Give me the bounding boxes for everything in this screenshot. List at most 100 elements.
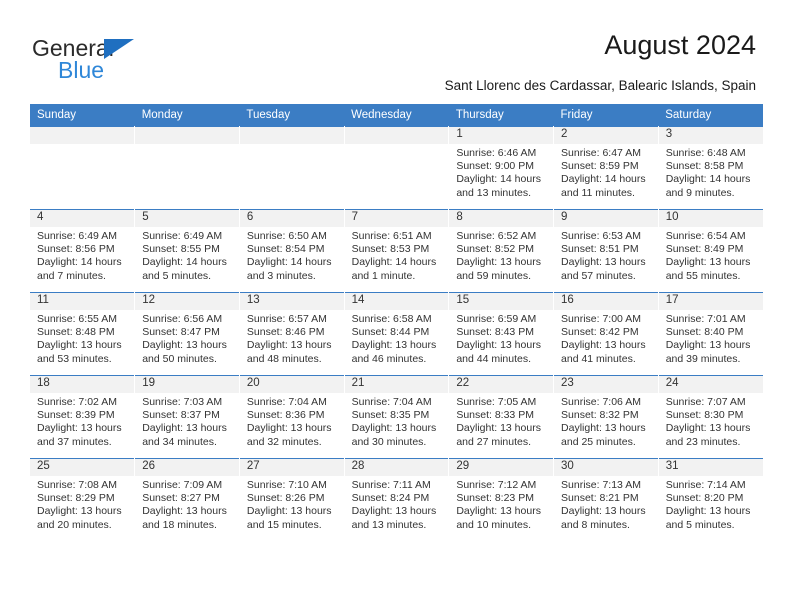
sunrise-text: Sunrise: 7:12 AM <box>456 479 537 491</box>
calendar-day-cell[interactable]: 1 Sunrise: 6:46 AM Sunset: 9:00 PM Daylight… <box>448 126 555 210</box>
calendar-day-cell[interactable]: 2 Sunrise: 6:47 AM Sunset: 8:59 PM Daylight… <box>553 126 659 210</box>
sunrise-text: Sunrise: 7:11 AM <box>351 479 431 491</box>
weekday-header-monday: Monday <box>134 104 240 127</box>
calendar-day-cell[interactable]: 29 Sunrise: 7:12 AM Sunset: 8:23 PM Dayligh… <box>448 458 555 541</box>
calendar-day-cell[interactable]: 27 Sunrise: 7:10 AM Sunset: 8:26 PM Dayligh… <box>239 458 345 541</box>
calendar-day-cell[interactable]: 7 Sunrise: 6:51 AM Sunset: 8:53 PM Daylight… <box>344 209 450 293</box>
day-details: Sunrise: 6:49 AM Sunset: 8:56 PM Daylight:… <box>30 227 134 283</box>
calendar-day-cell[interactable]: 11 Sunrise: 6:55 AM Sunset: 8:48 PM Dayligh… <box>30 292 136 376</box>
day-details: Sunrise: 7:06 AM Sunset: 8:32 PM Daylight:… <box>554 393 658 449</box>
sunset-text: Sunset: 9:00 PM <box>456 160 534 173</box>
day-number: 31 <box>658 459 763 476</box>
day-number: 7 <box>344 210 449 227</box>
sunrise-text: Sunrise: 6:47 AM <box>561 147 641 159</box>
day-details: Sunrise: 6:56 AM Sunset: 8:47 PM Daylight:… <box>135 310 239 366</box>
day-number: 30 <box>554 459 658 476</box>
day-details: Sunrise: 6:57 AM Sunset: 8:46 PM Daylight:… <box>240 310 344 366</box>
logo[interactable]: General Blue <box>32 35 182 85</box>
weekday-header-wednesday: Wednesday <box>344 104 449 127</box>
calendar-day-cell[interactable]: 21 Sunrise: 7:04 AM Sunset: 8:35 PM Dayligh… <box>344 375 450 459</box>
day-details: Sunrise: 6:50 AM Sunset: 8:54 PM Daylight:… <box>240 227 344 283</box>
calendar-day-cell[interactable]: 8 Sunrise: 6:52 AM Sunset: 8:52 PM Daylight… <box>448 209 555 293</box>
day-details: Sunrise: 6:54 AM Sunset: 8:49 PM Daylight:… <box>659 227 763 283</box>
calendar-week-row: 18 Sunrise: 7:02 AM Sunset: 8:39 PM Dayligh… <box>30 375 763 459</box>
calendar-day-cell[interactable]: 28 Sunrise: 7:11 AM Sunset: 8:24 PM Dayligh… <box>344 458 450 541</box>
calendar-week-row: 11 Sunrise: 6:55 AM Sunset: 8:48 PM Dayligh… <box>30 292 763 376</box>
calendar-empty-cell <box>344 126 450 210</box>
calendar-day-cell[interactable]: 25 Sunrise: 7:08 AM Sunset: 8:29 PM Dayligh… <box>30 458 136 541</box>
sunrise-text: Sunrise: 6:56 AM <box>142 313 223 325</box>
daylight-text: Daylight: 13 hours and 8 minutes. <box>561 505 646 531</box>
sunset-text: Sunset: 8:37 PM <box>142 409 220 422</box>
daylight-text: Daylight: 13 hours and 57 minutes. <box>561 256 646 282</box>
sunset-text: Sunset: 8:55 PM <box>142 243 220 256</box>
sunset-text: Sunset: 8:24 PM <box>351 492 430 505</box>
day-number: 13 <box>239 293 344 310</box>
calendar-day-cell[interactable]: 31 Sunrise: 7:14 AM Sunset: 8:20 PM Dayligh… <box>658 458 763 541</box>
calendar-day-cell[interactable]: 14 Sunrise: 6:58 AM Sunset: 8:44 PM Dayligh… <box>344 292 450 376</box>
daylight-text: Daylight: 13 hours and 53 minutes. <box>37 339 122 365</box>
daylight-text: Daylight: 14 hours and 5 minutes. <box>142 256 227 282</box>
sunset-text: Sunset: 8:46 PM <box>246 326 325 339</box>
calendar-day-cell[interactable]: 4 Sunrise: 6:49 AM Sunset: 8:56 PM Daylight… <box>30 209 136 293</box>
calendar-day-cell[interactable]: 22 Sunrise: 7:05 AM Sunset: 8:33 PM Dayligh… <box>448 375 555 459</box>
daylight-text: Daylight: 13 hours and 55 minutes. <box>665 256 751 282</box>
day-details: Sunrise: 7:01 AM Sunset: 8:40 PM Daylight:… <box>659 310 763 366</box>
daylight-text: Daylight: 13 hours and 10 minutes. <box>456 505 541 531</box>
calendar-day-cell[interactable]: 6 Sunrise: 6:50 AM Sunset: 8:54 PM Daylight… <box>239 209 345 293</box>
calendar-day-cell[interactable]: 26 Sunrise: 7:09 AM Sunset: 8:27 PM Dayligh… <box>134 458 240 541</box>
day-number: 5 <box>135 210 239 227</box>
day-number <box>344 127 449 144</box>
day-number: 12 <box>135 293 239 310</box>
calendar-day-cell[interactable]: 17 Sunrise: 7:01 AM Sunset: 8:40 PM Dayligh… <box>658 292 763 376</box>
sunset-text: Sunset: 8:33 PM <box>456 409 534 422</box>
sunrise-text: Sunrise: 7:04 AM <box>351 396 432 408</box>
sunrise-text: Sunrise: 7:08 AM <box>37 479 117 491</box>
sunrise-text: Sunrise: 7:04 AM <box>246 396 327 408</box>
day-number: 22 <box>449 376 554 393</box>
day-number <box>239 127 344 144</box>
calendar-day-cell[interactable]: 24 Sunrise: 7:07 AM Sunset: 8:30 PM Dayligh… <box>658 375 763 459</box>
calendar-day-cell[interactable]: 30 Sunrise: 7:13 AM Sunset: 8:21 PM Dayligh… <box>553 458 659 541</box>
day-number: 29 <box>449 459 554 476</box>
sunrise-text: Sunrise: 6:46 AM <box>456 147 537 159</box>
calendar-empty-cell <box>134 126 240 210</box>
sunset-text: Sunset: 8:59 PM <box>561 160 639 173</box>
calendar-day-cell[interactable]: 19 Sunrise: 7:03 AM Sunset: 8:37 PM Dayligh… <box>134 375 240 459</box>
calendar-day-cell[interactable]: 16 Sunrise: 7:00 AM Sunset: 8:42 PM Dayligh… <box>553 292 659 376</box>
daylight-text: Daylight: 13 hours and 44 minutes. <box>456 339 541 365</box>
calendar-day-cell[interactable]: 23 Sunrise: 7:06 AM Sunset: 8:32 PM Dayligh… <box>553 375 659 459</box>
calendar-day-cell[interactable]: 3 Sunrise: 6:48 AM Sunset: 8:58 PM Daylight… <box>658 126 763 210</box>
day-number: 23 <box>554 376 658 393</box>
calendar-day-cell[interactable]: 12 Sunrise: 6:56 AM Sunset: 8:47 PM Dayligh… <box>134 292 240 376</box>
sunset-text: Sunset: 8:32 PM <box>561 409 639 422</box>
day-number: 27 <box>239 459 344 476</box>
sunrise-text: Sunrise: 6:57 AM <box>246 313 327 325</box>
sunset-text: Sunset: 8:52 PM <box>456 243 534 256</box>
sunset-text: Sunset: 8:54 PM <box>246 243 325 256</box>
weekday-header-thursday: Thursday <box>448 104 554 127</box>
calendar-day-cell[interactable]: 20 Sunrise: 7:04 AM Sunset: 8:36 PM Dayligh… <box>239 375 345 459</box>
calendar-day-cell[interactable]: 10 Sunrise: 6:54 AM Sunset: 8:49 PM Dayligh… <box>658 209 763 293</box>
day-number: 4 <box>30 210 135 227</box>
sunset-text: Sunset: 8:23 PM <box>456 492 534 505</box>
calendar-week-row: 25 Sunrise: 7:08 AM Sunset: 8:29 PM Dayligh… <box>30 458 763 541</box>
sunrise-text: Sunrise: 7:06 AM <box>561 396 641 408</box>
sunrise-text: Sunrise: 6:55 AM <box>37 313 117 325</box>
calendar-day-cell[interactable]: 18 Sunrise: 7:02 AM Sunset: 8:39 PM Dayligh… <box>30 375 136 459</box>
logo-text-blue: Blue <box>58 57 105 83</box>
day-details: Sunrise: 6:46 AM Sunset: 9:00 PM Daylight:… <box>449 144 553 200</box>
calendar-day-cell[interactable]: 5 Sunrise: 6:49 AM Sunset: 8:55 PM Daylight… <box>134 209 240 293</box>
sunset-text: Sunset: 8:42 PM <box>561 326 639 339</box>
calendar-day-cell[interactable]: 15 Sunrise: 6:59 AM Sunset: 8:43 PM Dayligh… <box>448 292 555 376</box>
daylight-text: Daylight: 13 hours and 59 minutes. <box>456 256 541 282</box>
weekday-header-sunday: Sunday <box>30 104 135 127</box>
sunset-text: Sunset: 8:47 PM <box>142 326 220 339</box>
calendar-day-cell[interactable]: 9 Sunrise: 6:53 AM Sunset: 8:51 PM Daylight… <box>553 209 659 293</box>
day-number: 10 <box>658 210 763 227</box>
calendar-day-cell[interactable]: 13 Sunrise: 6:57 AM Sunset: 8:46 PM Dayligh… <box>239 292 345 376</box>
sunset-text: Sunset: 8:56 PM <box>37 243 115 256</box>
daylight-text: Daylight: 14 hours and 11 minutes. <box>561 173 646 199</box>
sunset-text: Sunset: 8:44 PM <box>351 326 430 339</box>
sunrise-text: Sunrise: 7:03 AM <box>142 396 223 408</box>
